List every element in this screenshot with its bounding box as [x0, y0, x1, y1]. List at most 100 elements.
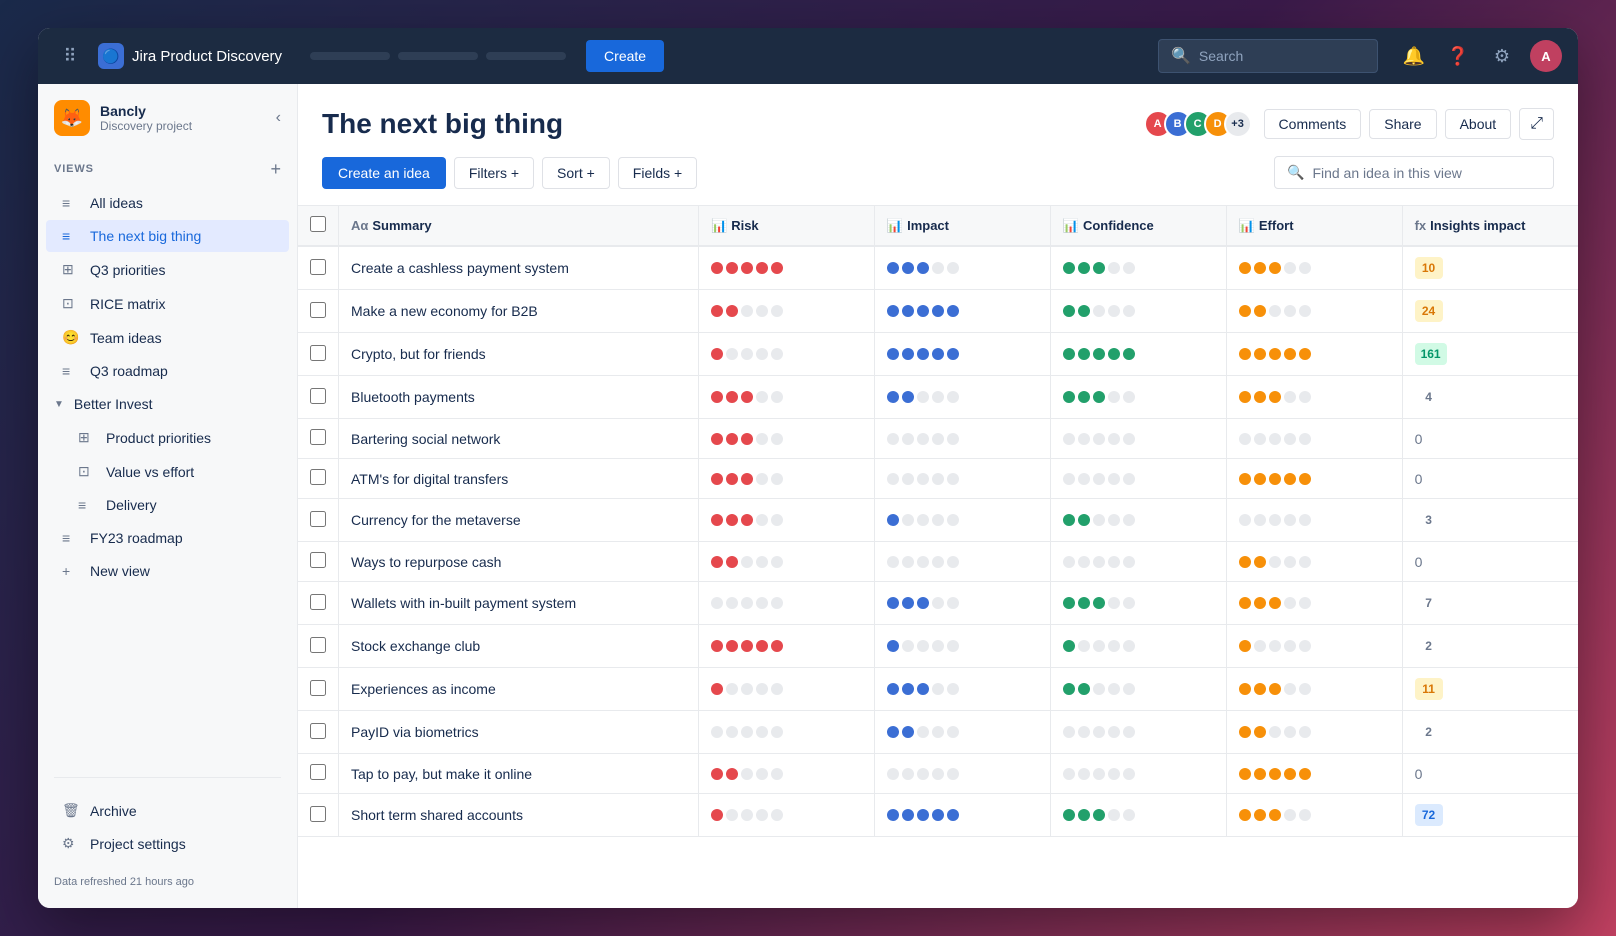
sidebar-item-next-big-thing[interactable]: ≡ The next big thing	[46, 220, 289, 252]
settings-icon[interactable]: ⚙	[1486, 40, 1518, 72]
effort-col-icon: 📊	[1239, 218, 1255, 234]
create-idea-button[interactable]: Create an idea	[322, 157, 446, 189]
row-checkbox[interactable]	[310, 806, 326, 822]
table-row: Make a new economy for B2B 24	[298, 290, 1578, 333]
row-checkbox[interactable]	[310, 552, 326, 568]
project-type: Discovery project	[100, 119, 266, 133]
sidebar-group-better-invest[interactable]: ▼ Better Invest	[38, 388, 297, 420]
row-checkbox[interactable]	[310, 723, 326, 739]
sidebar-item-new-view[interactable]: + New view	[46, 555, 289, 587]
sidebar-item-label: FY23 roadmap	[90, 530, 183, 546]
sidebar-item-product-priorities[interactable]: ⊞ Product priorities	[46, 421, 289, 454]
row-summary: ATM's for digital transfers	[339, 459, 699, 499]
row-checkbox[interactable]	[310, 469, 326, 485]
row-risk	[699, 499, 875, 542]
row-checkbox[interactable]	[310, 764, 326, 780]
row-checkbox[interactable]	[310, 302, 326, 318]
select-all-checkbox[interactable]	[310, 216, 326, 232]
row-checkbox[interactable]	[310, 511, 326, 527]
about-button[interactable]: About	[1445, 109, 1512, 139]
row-checkbox-cell	[298, 499, 339, 542]
project-info: Bancly Discovery project	[100, 103, 266, 133]
views-add-icon[interactable]: +	[270, 160, 281, 178]
row-confidence	[1050, 376, 1226, 419]
row-checkbox[interactable]	[310, 594, 326, 610]
share-button[interactable]: Share	[1369, 109, 1436, 139]
row-insight: 2	[1402, 711, 1578, 754]
table-row: Bluetooth payments 4	[298, 376, 1578, 419]
sidebar-bottom: 🗑 Archive ⚙ Project settings	[38, 786, 297, 868]
row-impact	[874, 290, 1050, 333]
row-impact	[874, 246, 1050, 290]
row-checkbox[interactable]	[310, 345, 326, 361]
row-insight: 7	[1402, 582, 1578, 625]
sort-button[interactable]: Sort +	[542, 157, 610, 189]
nav-create-button[interactable]: Create	[586, 40, 664, 72]
expand-button[interactable]: ⤢	[1519, 108, 1554, 140]
sidebar-collapse-icon[interactable]: ‹	[276, 109, 281, 127]
row-summary: Bluetooth payments	[339, 376, 699, 419]
table-row: ATM's for digital transfers 0	[298, 459, 1578, 499]
row-impact	[874, 419, 1050, 459]
sidebar-item-archive[interactable]: 🗑 Archive	[46, 794, 289, 827]
nav-search-input[interactable]	[1199, 48, 1365, 64]
row-impact	[874, 542, 1050, 582]
user-avatar[interactable]: A	[1530, 40, 1562, 72]
group-expand-icon: ▼	[54, 399, 64, 410]
row-summary: Wallets with in-built payment system	[339, 582, 699, 625]
sidebar-item-project-settings[interactable]: ⚙ Project settings	[46, 827, 289, 860]
table-row: Bartering social network 0	[298, 419, 1578, 459]
row-summary: Tap to pay, but make it online	[339, 754, 699, 794]
row-checkbox[interactable]	[310, 637, 326, 653]
row-insight: 0	[1402, 542, 1578, 582]
sidebar-header: 🦊 Bancly Discovery project ‹	[38, 84, 297, 148]
table-row: Short term shared accounts 72	[298, 794, 1578, 837]
impact-col-icon: 📊	[887, 218, 903, 234]
nav-pill-3	[486, 52, 566, 60]
sidebar-item-value-vs-effort[interactable]: ⊡ Value vs effort	[46, 455, 289, 488]
row-checkbox[interactable]	[310, 680, 326, 696]
q3-priorities-icon: ⊞	[62, 261, 80, 278]
sidebar-item-label: RICE matrix	[90, 296, 165, 312]
row-checkbox[interactable]	[310, 388, 326, 404]
nav-logo: 🔵 Jira Product Discovery	[98, 43, 282, 69]
archive-label: Archive	[90, 803, 137, 819]
table-row: Create a cashless payment system 10	[298, 246, 1578, 290]
page-title: The next big thing	[322, 108, 563, 140]
sidebar-item-label: Q3 roadmap	[90, 363, 168, 379]
project-icon: 🦊	[54, 100, 90, 136]
sidebar-item-rice-matrix[interactable]: ⊡ RICE matrix	[46, 287, 289, 320]
sidebar-item-delivery[interactable]: ≡ Delivery	[46, 489, 289, 521]
row-impact	[874, 625, 1050, 668]
row-risk	[699, 711, 875, 754]
notifications-icon[interactable]: 🔔	[1398, 40, 1430, 72]
row-effort	[1226, 333, 1402, 376]
nav-search-box: 🔍	[1158, 39, 1378, 73]
top-nav: ⠿ 🔵 Jira Product Discovery Create 🔍 🔔 ❓ …	[38, 28, 1578, 84]
sidebar-item-q3-roadmap[interactable]: ≡ Q3 roadmap	[46, 355, 289, 387]
row-insight: 0	[1402, 419, 1578, 459]
row-checkbox[interactable]	[310, 259, 326, 275]
row-confidence	[1050, 794, 1226, 837]
row-effort	[1226, 246, 1402, 290]
row-insight: 2	[1402, 625, 1578, 668]
sidebar-item-team-ideas[interactable]: 😊 Team ideas	[46, 321, 289, 354]
sidebar-item-label: Delivery	[106, 497, 157, 513]
row-summary: Currency for the metaverse	[339, 499, 699, 542]
sidebar-item-q3-priorities[interactable]: ⊞ Q3 priorities	[46, 253, 289, 286]
find-idea-input[interactable]	[1312, 165, 1541, 181]
grid-menu-icon[interactable]: ⠿	[54, 40, 86, 72]
sidebar-item-fy23-roadmap[interactable]: ≡ FY23 roadmap	[46, 522, 289, 554]
comments-button[interactable]: Comments	[1264, 109, 1362, 139]
filters-button[interactable]: Filters +	[454, 157, 534, 189]
th-checkbox	[298, 206, 339, 246]
fields-button[interactable]: Fields +	[618, 157, 697, 189]
th-insights: fx Insights impact	[1402, 206, 1578, 246]
table-row: Crypto, but for friends 161	[298, 333, 1578, 376]
row-checkbox[interactable]	[310, 429, 326, 445]
help-icon[interactable]: ❓	[1442, 40, 1474, 72]
row-effort	[1226, 625, 1402, 668]
confidence-col-icon: 📊	[1063, 218, 1079, 234]
row-summary: Short term shared accounts	[339, 794, 699, 837]
sidebar-item-all-ideas[interactable]: ≡ All ideas	[46, 187, 289, 219]
